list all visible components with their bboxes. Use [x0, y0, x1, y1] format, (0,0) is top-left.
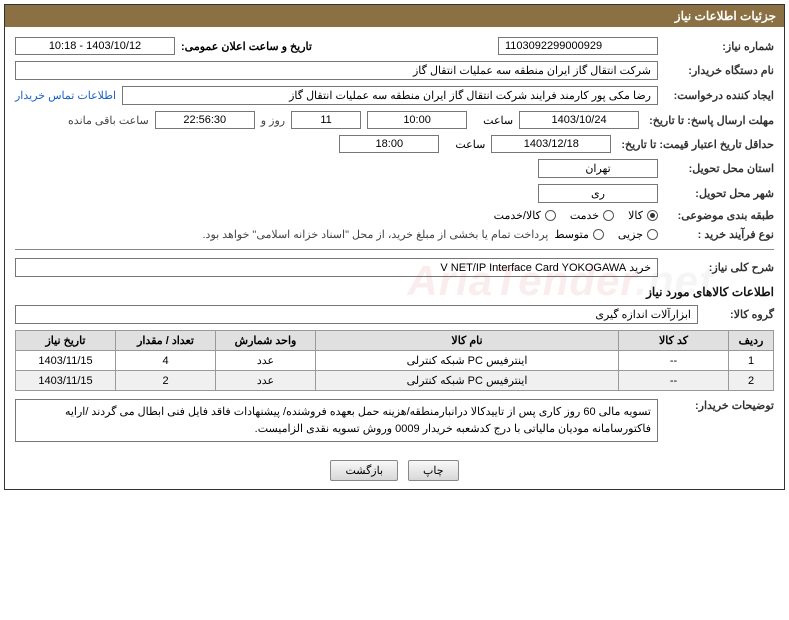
- back-button[interactable]: بازگشت: [330, 460, 398, 481]
- button-row: چاپ بازگشت: [5, 452, 784, 489]
- price-validity-label: حداقل تاریخ اعتبار قیمت: تا تاریخ:: [617, 138, 774, 151]
- panel-body: AriaTender.net شماره نیاز: 1103092299000…: [5, 27, 784, 452]
- table-row: 1 -- اینترفیس PC شبکه کنترلی عدد 4 1403/…: [16, 351, 774, 371]
- province-value: تهران: [538, 159, 658, 178]
- row-classification: طبقه بندی موضوعی: کالا خدمت کالا/خدمت: [15, 209, 774, 222]
- province-label: استان محل تحویل:: [664, 162, 774, 175]
- radio-icon: [545, 210, 556, 221]
- radio-icon: [647, 229, 658, 240]
- requester-label: ایجاد کننده درخواست:: [664, 89, 774, 102]
- row-explain: توضیحات خریدار: تسویه مالی 60 روز کاری پ…: [15, 399, 774, 442]
- row-price-validity: حداقل تاریخ اعتبار قیمت: تا تاریخ: 1403/…: [15, 135, 774, 153]
- separator: [15, 249, 774, 250]
- summary-value: خرید V NET/IP Interface Card YOKOGAWA: [15, 258, 658, 277]
- summary-label: شرح کلی نیاز:: [664, 261, 774, 274]
- radio-icon: [593, 229, 604, 240]
- city-label: شهر محل تحویل:: [664, 187, 774, 200]
- deadline-date: 1403/10/24: [519, 111, 639, 129]
- purchase-opt-minor[interactable]: جزیی: [618, 228, 658, 241]
- deadline-time: 10:00: [367, 111, 467, 129]
- class-opt-both[interactable]: کالا/خدمت: [494, 209, 556, 222]
- col-need-date: تاریخ نیاز: [16, 331, 116, 351]
- items-table: ردیف کد کالا نام کالا واحد شمارش تعداد /…: [15, 330, 774, 391]
- need-details-panel: جزئیات اطلاعات نیاز AriaTender.net شماره…: [4, 4, 785, 490]
- city-value: ری: [538, 184, 658, 203]
- need-number-value: 1103092299000929: [498, 37, 658, 55]
- class-label: طبقه بندی موضوعی:: [664, 209, 774, 222]
- radio-icon: [603, 210, 614, 221]
- class-radio-group: کالا خدمت کالا/خدمت: [494, 209, 658, 222]
- radio-icon: [647, 210, 658, 221]
- price-validity-date: 1403/12/18: [491, 135, 611, 153]
- row-city: شهر محل تحویل: ری: [15, 184, 774, 203]
- requester-value: رضا مکی پور کارمند فرایند شرکت انتقال گا…: [122, 86, 658, 105]
- row-deadline: مهلت ارسال پاسخ: تا تاریخ: 1403/10/24 سا…: [15, 111, 774, 129]
- col-unit: واحد شمارش: [216, 331, 316, 351]
- class-opt-goods[interactable]: کالا: [628, 209, 658, 222]
- deadline-label: مهلت ارسال پاسخ: تا تاریخ:: [645, 114, 774, 127]
- purchase-radio-group: جزیی متوسط: [554, 228, 658, 241]
- group-value: ابزارآلات اندازه گیری: [15, 305, 698, 324]
- group-label: گروه کالا:: [704, 308, 774, 321]
- class-opt-service[interactable]: خدمت: [570, 209, 614, 222]
- items-section-title: اطلاعات کالاهای مورد نیاز: [15, 285, 774, 299]
- purchase-note: پرداخت تمام یا بخشی از مبلغ خرید، از محل…: [203, 228, 549, 241]
- print-button[interactable]: چاپ: [408, 460, 459, 481]
- col-code: کد کالا: [619, 331, 729, 351]
- row-buyer-org: نام دستگاه خریدار: شرکت انتقال گاز ایران…: [15, 61, 774, 80]
- col-name: نام کالا: [316, 331, 619, 351]
- row-requester: ایجاد کننده درخواست: رضا مکی پور کارمند …: [15, 86, 774, 105]
- days-value: 11: [291, 111, 361, 129]
- remaining-time: 22:56:30: [155, 111, 255, 129]
- public-announce-value: 1403/10/12 - 10:18: [15, 37, 175, 55]
- col-row: ردیف: [729, 331, 774, 351]
- time-label-2: ساعت: [445, 138, 485, 151]
- need-number-label: شماره نیاز:: [664, 40, 774, 53]
- row-purchase-type: نوع فرآیند خرید : جزیی متوسط پرداخت تمام…: [15, 228, 774, 241]
- time-label-1: ساعت: [473, 114, 513, 127]
- buyer-contact-link[interactable]: اطلاعات تماس خریدار: [15, 89, 116, 102]
- row-group: گروه کالا: ابزارآلات اندازه گیری: [15, 305, 774, 324]
- purchase-opt-medium[interactable]: متوسط: [554, 228, 604, 241]
- buyer-org-label: نام دستگاه خریدار:: [664, 64, 774, 77]
- remaining-suffix: ساعت باقی مانده: [68, 114, 149, 127]
- explain-label: توضیحات خریدار:: [664, 399, 774, 412]
- days-and: روز و: [261, 114, 285, 127]
- purchase-type-label: نوع فرآیند خرید :: [664, 228, 774, 241]
- price-validity-time: 18:00: [339, 135, 439, 153]
- public-announce-label: تاریخ و ساعت اعلان عمومی:: [181, 40, 312, 53]
- col-qty: تعداد / مقدار: [116, 331, 216, 351]
- table-header-row: ردیف کد کالا نام کالا واحد شمارش تعداد /…: [16, 331, 774, 351]
- row-need-number: شماره نیاز: 1103092299000929 تاریخ و ساع…: [15, 37, 774, 55]
- table-row: 2 -- اینترفیس PC شبکه کنترلی عدد 2 1403/…: [16, 371, 774, 391]
- explain-value: تسویه مالی 60 روز کاری پس از تاییدکالا د…: [15, 399, 658, 442]
- buyer-org-value: شرکت انتقال گاز ایران منطقه سه عملیات ان…: [15, 61, 658, 80]
- row-province: استان محل تحویل: تهران: [15, 159, 774, 178]
- panel-title: جزئیات اطلاعات نیاز: [5, 5, 784, 27]
- row-summary: شرح کلی نیاز: خرید V NET/IP Interface Ca…: [15, 258, 774, 277]
